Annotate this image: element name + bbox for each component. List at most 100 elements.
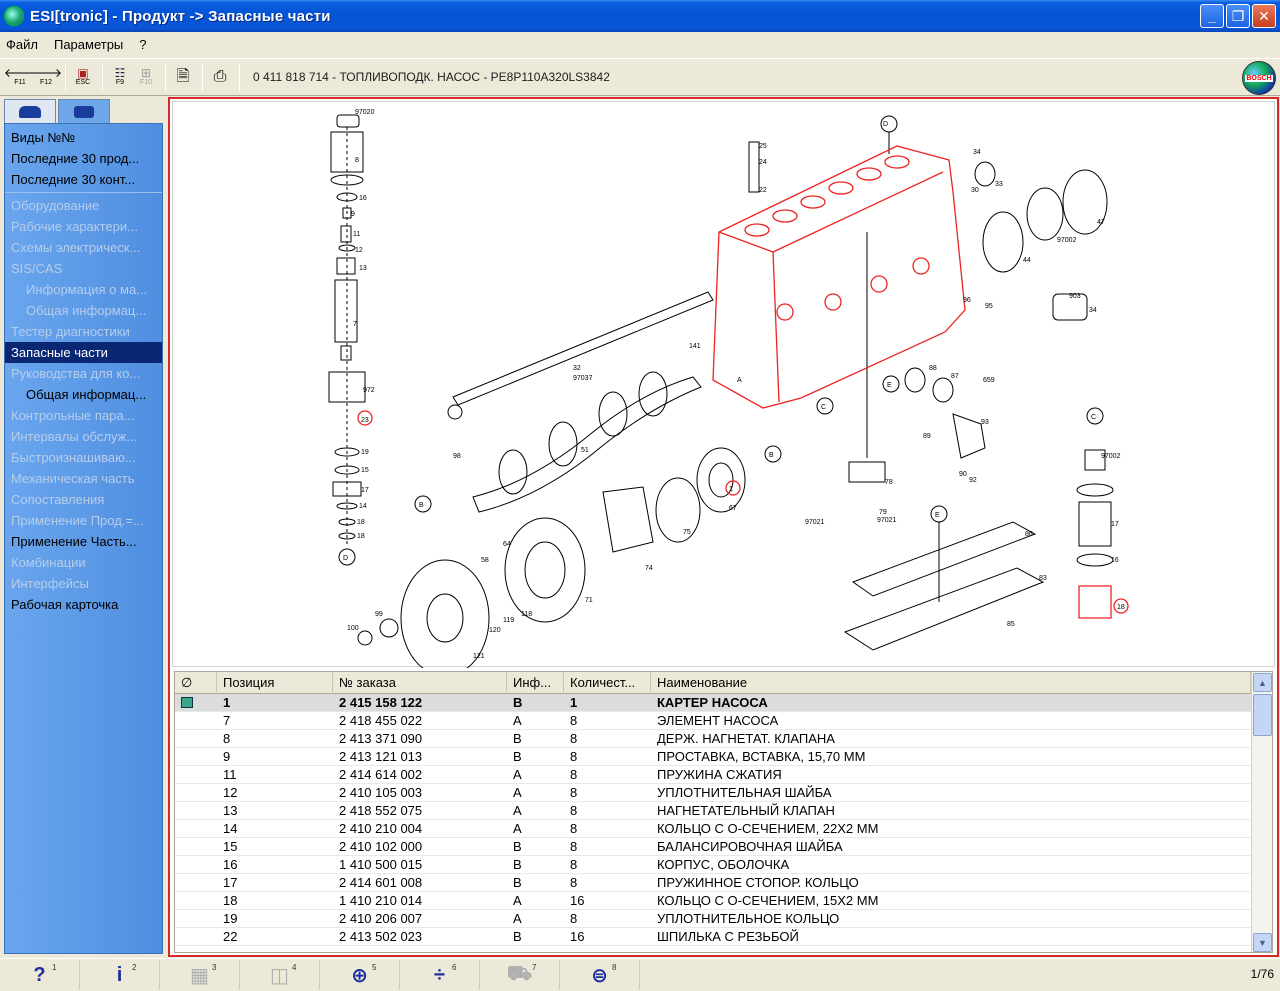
tab-product[interactable]: [58, 99, 110, 123]
table-row[interactable]: 12 2 410 105 003 A 8 УПЛОТНИТЕЛЬНАЯ ШАЙБА: [175, 784, 1251, 802]
scroll-down-button[interactable]: ▼: [1253, 933, 1272, 952]
bottom-toolbar: ? 1 i 2 ▦ 3 ◫ 4 ⊕ 5 ÷ 6 ⛟ 7 ⊜ 8 1/76: [0, 958, 1280, 991]
cell-position: 11: [223, 767, 237, 782]
sidebar-item[interactable]: Механическая часть: [5, 468, 162, 489]
sidebar-item[interactable]: Рабочая карточка: [5, 594, 162, 615]
sidebar-item[interactable]: Применение Прод.=...: [5, 510, 162, 531]
sidebar-item[interactable]: Схемы электрическ...: [5, 237, 162, 258]
callout-label: 97021: [877, 517, 897, 524]
sidebar-item[interactable]: Быстроизнашиваю...: [5, 447, 162, 468]
sidebar-item[interactable]: Информация о ма...: [5, 279, 162, 300]
sidebar-item[interactable]: Сопоставления: [5, 489, 162, 510]
section-label: C: [821, 404, 826, 411]
sidebar-item[interactable]: Последние 30 прод...: [5, 148, 162, 169]
sidebar-item[interactable]: Виды №№: [5, 127, 162, 148]
bosch-button[interactable]: ⊜ 8: [560, 960, 640, 990]
tree-button[interactable]: ⊞ F10: [134, 62, 158, 92]
sidebar-item[interactable]: Интерфейсы: [5, 573, 162, 594]
column-header-info[interactable]: Инф...: [507, 672, 564, 694]
menu-file[interactable]: Файл: [6, 37, 38, 52]
split-button[interactable]: ÷ 6: [400, 960, 480, 990]
info-button[interactable]: i 2: [80, 960, 160, 990]
cell-quantity: 16: [570, 893, 585, 908]
help-key: 1: [52, 963, 57, 972]
table-scrollbar[interactable]: ▲ ▼: [1251, 672, 1272, 952]
sidebar-item[interactable]: Интервалы обслуж...: [5, 426, 162, 447]
table-row[interactable]: 11 2 414 614 002 A 8 ПРУЖИНА СЖАТИЯ: [175, 766, 1251, 784]
table-row[interactable]: 18 1 410 210 014 A 16 КОЛЬЦО С О-СЕЧЕНИЕМ, 1…: [175, 892, 1251, 910]
table-row[interactable]: 8 2 413 371 090 B 8 ДЕРЖ. НАГНЕТАТ. КЛАПАНА: [175, 730, 1251, 748]
column-header-quantity[interactable]: Количест...: [564, 672, 651, 694]
exploded-view-diagram[interactable]: 97020 8 16 9 11 12 13 7 972 19 15 17 14 …: [172, 101, 1275, 677]
forward-button[interactable]: 🡒 F12: [30, 62, 62, 92]
table-row[interactable]: 13 2 418 552 075 A 8 НАГНЕТАТЕЛЬНЫЙ КЛАПАН: [175, 802, 1251, 820]
cell-order-number: 2 418 552 075: [339, 803, 423, 818]
menu-parameters[interactable]: Параметры: [54, 37, 123, 52]
scroll-up-button[interactable]: ▲: [1253, 673, 1272, 692]
table-row[interactable]: 17 2 414 601 008 B 8 ПРУЖИННОЕ СТОПОР. КОЛЬЦ…: [175, 874, 1251, 892]
list-button[interactable]: ☷ F9: [108, 62, 132, 92]
cell-quantity: 8: [570, 839, 578, 854]
sidebar-item[interactable]: Руководства для ко...: [5, 363, 162, 384]
table-row[interactable]: 15 2 410 102 000 B 8 БАЛАНСИРОВОЧНАЯ ШАЙБА: [175, 838, 1251, 856]
print-button[interactable]: ⎙: [208, 62, 232, 92]
forward-key: F12: [39, 79, 53, 86]
callout-label: 47: [1097, 219, 1105, 226]
sidebar-item[interactable]: Последние 30 конт...: [5, 169, 162, 190]
sidebar-item[interactable]: Запасные части: [5, 342, 162, 363]
table-row[interactable]: 16 1 410 500 015 B 8 КОРПУС, ОБОЛОЧКА: [175, 856, 1251, 874]
table-row[interactable]: 1 2 415 158 122 B 1 КАРТЕР НАСОСА: [175, 694, 1251, 712]
column-header-order-number[interactable]: № заказа: [333, 672, 507, 694]
housing-bore: [884, 155, 910, 169]
sidebar-item[interactable]: Общая информац...: [5, 384, 162, 405]
row-icon-cell: [175, 910, 217, 928]
callout-label: 12: [355, 247, 363, 254]
sidebar-item[interactable]: Комбинации: [5, 552, 162, 573]
sidebar-item[interactable]: Применение Часть...: [5, 531, 162, 552]
callout-label: 99: [375, 611, 383, 618]
cell-quantity: 8: [570, 785, 578, 800]
sidebar-item[interactable]: SIS/CAS: [5, 258, 162, 279]
sidebar-item[interactable]: Общая информац...: [5, 300, 162, 321]
cell-name: НАГНЕТАТЕЛЬНЫЙ КЛАПАН: [657, 803, 835, 818]
table-row[interactable]: 7 2 418 455 022 A 8 ЭЛЕМЕНТ НАСОСА: [175, 712, 1251, 730]
sidebar-item[interactable]: Контрольные пара...: [5, 405, 162, 426]
test-button[interactable]: ◫ 4: [240, 960, 320, 990]
bosch-globe-logo: BOSCH: [1242, 61, 1276, 95]
table-row[interactable]: 19 2 410 206 007 A 8 УПЛОТНИТЕЛЬНОЕ КОЛЬЦО: [175, 910, 1251, 928]
sidebar-item[interactable]: Оборудование: [5, 195, 162, 216]
row-icon-cell: [175, 892, 217, 910]
product-title: 0 411 818 714 - ТОПЛИВОПОДК. НАСОС - PE8…: [253, 70, 610, 84]
minimize-button[interactable]: _: [1200, 4, 1224, 28]
table-row[interactable]: 14 2 410 210 004 A 8 КОЛЬЦО С О-СЕЧЕНИЕМ, 22…: [175, 820, 1251, 838]
calculator-button[interactable]: ▦ 3: [160, 960, 240, 990]
help-button[interactable]: ? 1: [0, 960, 80, 990]
column-header-icon[interactable]: ∅: [175, 672, 217, 694]
column-header-position[interactable]: Позиция: [217, 672, 333, 694]
sidebar-item[interactable]: Рабочие характери...: [5, 216, 162, 237]
close-button[interactable]: ✕: [1252, 4, 1276, 28]
part-shape: [848, 461, 886, 483]
cell-order-number: 2 413 371 090: [339, 731, 423, 746]
table-row[interactable]: 9 2 413 121 013 B 8 ПРОСТАВКА, ВСТАВКА, 15,7…: [175, 748, 1251, 766]
tab-vehicle[interactable]: [4, 99, 56, 123]
flange: [504, 517, 586, 623]
logo-text: BOSCH: [1245, 74, 1273, 82]
table-row[interactable]: 22 2 413 502 023 B 16 ШПИЛЬКА С РЕЗЬБОЙ: [175, 928, 1251, 946]
column-header-name[interactable]: Наименование: [651, 672, 1251, 694]
callout-label: 97002: [1057, 237, 1077, 244]
escape-button[interactable]: ▣ ESC: [71, 62, 95, 92]
callout-labels: 97020 8 16 9 11 12 13 7 972 19 15 17 14 …: [343, 109, 1125, 660]
zoom-button[interactable]: ⊕ 5: [320, 960, 400, 990]
cell-info: A: [513, 893, 522, 908]
document-button[interactable]: 🗎: [171, 62, 195, 92]
maximize-button[interactable]: ❐: [1226, 4, 1250, 28]
sidebar-item[interactable]: Тестер диагностики: [5, 321, 162, 342]
vehicle-button[interactable]: ⛟ 7: [480, 960, 560, 990]
cell-info: B: [513, 857, 522, 872]
scroll-thumb[interactable]: [1253, 694, 1272, 736]
back-button[interactable]: 🡐 F11: [4, 62, 36, 92]
part-shape: [748, 141, 760, 193]
panel-tabs: [4, 99, 163, 123]
menu-help[interactable]: ?: [139, 37, 146, 52]
